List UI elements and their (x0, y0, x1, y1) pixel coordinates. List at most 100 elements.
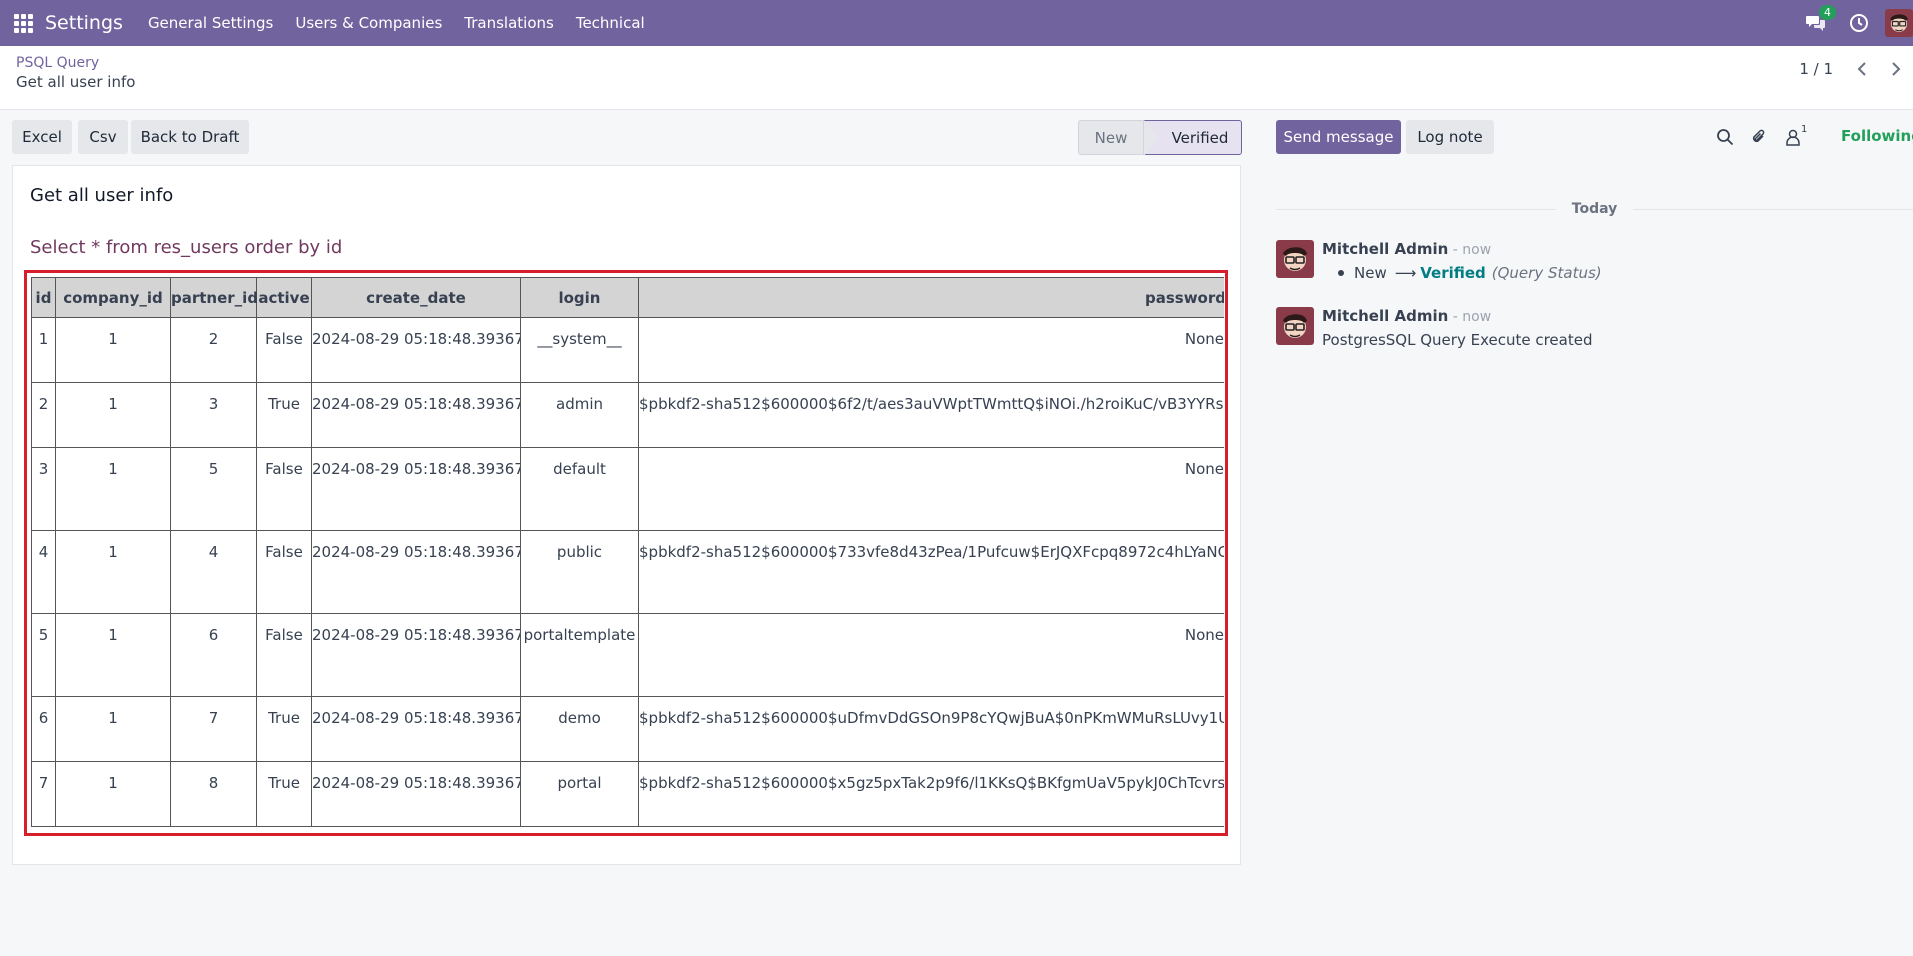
form-sheet: Get all user info Select * from res_user… (12, 165, 1241, 865)
cell-id: 7 (31, 761, 56, 827)
tracking-old-value: New (1354, 264, 1387, 282)
cell-create-date: 2024-08-29 05:18:48.393671 (311, 530, 521, 614)
cell-active: False (256, 530, 312, 614)
breadcrumb-parent[interactable]: PSQL Query (16, 55, 99, 71)
control-panel: PSQL Query Get all user info 1 / 1 (0, 46, 1913, 110)
followers-icon[interactable] (1784, 128, 1802, 146)
query-text: Select * from res_users order by id (30, 237, 343, 258)
cell-id: 4 (31, 530, 56, 614)
tracking-field-name: (Query Status) (1491, 264, 1602, 282)
cell-login: admin (520, 382, 639, 448)
excel-button[interactable]: Excel (12, 120, 72, 154)
paperclip-icon[interactable] (1750, 128, 1768, 146)
author-avatar[interactable] (1276, 240, 1314, 278)
pager-next-button[interactable] (1879, 55, 1913, 83)
cell-id: 3 (31, 447, 56, 531)
cell-create-date: 2024-08-29 05:18:48.393671 (311, 761, 521, 827)
table-row: 2 1 3 True 2024-08-29 05:18:48.393671 ad… (31, 382, 1224, 448)
cell-partner-id: 7 (170, 696, 257, 762)
table-row: 3 1 5 False 2024-08-29 05:18:48.393671 d… (31, 447, 1224, 531)
cell-company-id: 1 (55, 317, 171, 383)
user-avatar[interactable] (1885, 9, 1913, 37)
pager-previous-button[interactable] (1845, 55, 1879, 83)
result-table: id company_id partner_id active create_d… (31, 277, 1224, 827)
menu-general-settings[interactable]: General Settings (148, 14, 273, 32)
table-row: 6 1 7 True 2024-08-29 05:18:48.393671 de… (31, 696, 1224, 762)
cell-active: True (256, 696, 312, 762)
search-icon[interactable] (1716, 128, 1734, 146)
result-table-scroll[interactable]: id company_id partner_id active create_d… (31, 277, 1224, 830)
cell-create-date: 2024-08-29 05:18:48.393671 (311, 317, 521, 383)
status-new[interactable]: New (1078, 120, 1144, 155)
status-bar: New Verified (1078, 120, 1242, 156)
csv-button[interactable]: Csv (78, 120, 128, 154)
cell-login: public (520, 530, 639, 614)
send-message-button[interactable]: Send message (1276, 120, 1401, 154)
author-avatar[interactable] (1276, 307, 1314, 345)
cell-password: $pbkdf2-sha512$600000$733vfe8d43zPea/1Pu… (638, 530, 1224, 614)
pager-value[interactable]: 1 / 1 (1799, 60, 1833, 78)
table-header-row: id company_id partner_id active create_d… (31, 277, 1224, 318)
cell-active: True (256, 761, 312, 827)
column-header-company-id: company_id (55, 277, 171, 318)
table-row: 5 1 6 False 2024-08-29 05:18:48.393671 p… (31, 613, 1224, 697)
back-to-draft-button[interactable]: Back to Draft (131, 120, 249, 154)
column-header-login: login (520, 277, 639, 318)
chat-icon[interactable]: 4 (1805, 5, 1836, 33)
cell-password: $pbkdf2-sha512$600000$6f2/t/aes3auVWptTW… (638, 382, 1224, 448)
cell-password: None (638, 317, 1224, 383)
clock-icon[interactable] (1849, 13, 1869, 33)
cell-password: $pbkdf2-sha512$600000$x5gz5pxTak2p9f6/l1… (638, 761, 1224, 827)
column-header-partner-id: partner_id (170, 277, 258, 318)
table-row: 4 1 4 False 2024-08-29 05:18:48.393671 p… (31, 530, 1224, 614)
cell-partner-id: 6 (170, 613, 257, 697)
message-time: - now (1448, 242, 1492, 258)
message-body: PostgresSQL Query Execute created (1322, 331, 1593, 349)
cell-id: 1 (31, 317, 56, 383)
cell-id: 2 (31, 382, 56, 448)
cell-login: default (520, 447, 639, 531)
cell-active: False (256, 613, 312, 697)
date-separator-label: Today (1571, 201, 1618, 217)
apps-grid-icon[interactable] (12, 12, 34, 34)
cell-password: None (638, 447, 1224, 531)
cell-partner-id: 4 (170, 530, 257, 614)
log-note-button[interactable]: Log note (1406, 120, 1494, 154)
menu-users-companies[interactable]: Users & Companies (295, 14, 442, 32)
cell-partner-id: 5 (170, 447, 257, 531)
breadcrumb-current: Get all user info (16, 73, 136, 91)
cell-company-id: 1 (55, 382, 171, 448)
cell-active: True (256, 382, 312, 448)
cell-create-date: 2024-08-29 05:18:48.393671 (311, 382, 521, 448)
status-verified[interactable]: Verified (1144, 120, 1242, 156)
message-author[interactable]: Mitchell Admin (1322, 240, 1448, 258)
cell-partner-id: 3 (170, 382, 257, 448)
cell-company-id: 1 (55, 447, 171, 531)
cell-login: demo (520, 696, 639, 762)
top-navbar: Settings General Settings Users & Compan… (0, 0, 1913, 46)
column-header-active: active (256, 277, 312, 318)
tracking-new-value: Verified (1420, 264, 1486, 282)
chevron-left-icon (1857, 62, 1866, 76)
arrow-right-icon: ⟶ (1394, 264, 1417, 282)
cell-partner-id: 2 (170, 317, 257, 383)
message-author[interactable]: Mitchell Admin (1322, 307, 1448, 325)
column-header-id: id (31, 277, 56, 318)
table-row: 1 1 2 False 2024-08-29 05:18:48.393671 _… (31, 317, 1224, 383)
cell-company-id: 1 (55, 696, 171, 762)
cell-active: False (256, 317, 312, 383)
cell-company-id: 1 (55, 761, 171, 827)
cell-create-date: 2024-08-29 05:18:48.393671 (311, 447, 521, 531)
app-brand[interactable]: Settings (45, 12, 123, 34)
result-table-frame: id company_id partner_id active create_d… (24, 270, 1228, 836)
menu-technical[interactable]: Technical (576, 14, 645, 32)
chatter: Send message Log note 1 Following Today … (1256, 110, 1913, 956)
column-header-password: password (638, 277, 1224, 318)
menu-translations[interactable]: Translations (464, 14, 554, 32)
column-header-create-date: create_date (311, 277, 521, 318)
cell-id: 6 (31, 696, 56, 762)
cell-login: portaltemplate (520, 613, 639, 697)
following-button[interactable]: Following (1841, 127, 1913, 145)
cell-active: False (256, 447, 312, 531)
cell-company-id: 1 (55, 530, 171, 614)
